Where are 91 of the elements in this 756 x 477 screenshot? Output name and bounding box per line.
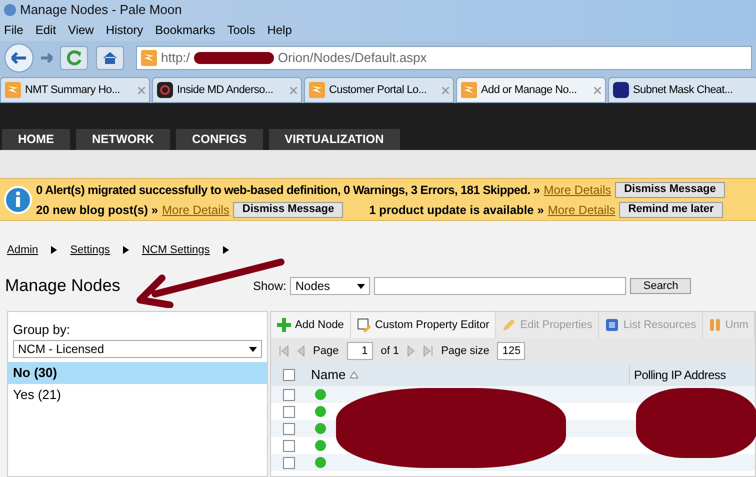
more-details-link[interactable]: More Details [544, 180, 612, 198]
column-header[interactable]: Name [307, 365, 629, 385]
lightning-logo-icon [309, 82, 325, 98]
page-count: of 1 [380, 344, 400, 359]
tab-title: Inside MD Anderso... [177, 82, 274, 98]
caret-icon [222, 246, 230, 254]
group-by-label: Group by: [12, 321, 72, 339]
reload-icon[interactable] [60, 46, 88, 70]
list-icon [605, 318, 620, 332]
menu-item[interactable]: Edit [35, 21, 56, 39]
alert-text: 0 Alert(s) migrated successfully to web-based definition, 0 Warnings, 3 Errors, 181 Skipped. » [36, 182, 540, 198]
menu-item[interactable]: Tools [227, 21, 256, 39]
address-bar[interactable]: http:/ Orion/Nodes/Default.aspx [136, 46, 752, 70]
browser-tab[interactable]: NMT Summary Ho... [0, 77, 150, 103]
plus-icon [277, 318, 291, 332]
more-details-link[interactable]: More Details [162, 200, 230, 218]
alert-text: 1 product update is available » [369, 202, 544, 218]
checkbox[interactable] [283, 440, 295, 452]
browser-tab[interactable]: Customer Portal Lo... [304, 77, 454, 103]
tab-title: NMT Summary Ho... [25, 82, 121, 98]
checkbox[interactable] [283, 422, 295, 434]
url-text: Orion/Nodes/Default.aspx [278, 49, 427, 68]
more-details-link[interactable]: More Details [548, 200, 616, 218]
nav-tab[interactable]: VIRTUALIZATION [268, 129, 400, 150]
nav-tab[interactable]: HOME [2, 129, 70, 150]
tab-title: Customer Portal Lo... [329, 82, 428, 98]
menu-item[interactable]: Bookmarks [155, 21, 216, 39]
tab-title: Add or Manage No... [481, 82, 578, 98]
close-icon[interactable] [138, 86, 145, 94]
checkbox[interactable] [283, 456, 295, 468]
window-title: Manage Nodes - Pale Moon [20, 1, 182, 20]
caret-icon [122, 246, 130, 254]
page-title: Manage Nodes [5, 275, 122, 298]
menu-item[interactable]: History [106, 21, 144, 39]
dismiss-button[interactable]: Dismiss Message [615, 182, 725, 198]
close-icon[interactable] [442, 86, 449, 94]
info-icon [4, 186, 32, 214]
search-field[interactable] [374, 277, 626, 295]
lightning-logo-icon [461, 82, 477, 98]
caret-icon [249, 344, 257, 352]
tab-title: Subnet Mask Cheat... [633, 82, 734, 98]
breadcrumb-link[interactable]: Settings [70, 242, 110, 258]
back-icon[interactable] [4, 43, 34, 73]
menu-item[interactable]: Help [267, 21, 292, 39]
caret-icon [357, 282, 366, 290]
nav-tab[interactable]: NETWORK [76, 129, 170, 150]
previous-page-icon[interactable] [297, 345, 305, 357]
show-label: Show: [253, 278, 286, 295]
alert-text: 20 new blog post(s) » [36, 202, 158, 218]
ae-logo-icon [613, 82, 629, 98]
group-item[interactable]: No (30) [8, 362, 267, 384]
breadcrumb-link[interactable]: NCM Settings [142, 242, 210, 258]
group-item[interactable]: Yes (21) [8, 384, 267, 406]
next-page-icon[interactable] [407, 345, 416, 357]
circle-logo-icon [157, 82, 173, 98]
last-page-icon[interactable] [423, 345, 434, 357]
lightning-logo-icon [141, 50, 157, 66]
checkbox[interactable] [283, 406, 295, 418]
column-header[interactable]: Polling IP Address [629, 366, 730, 384]
page-label: Page [313, 344, 339, 359]
toolbar-button[interactable]: Custom Property Editor [350, 312, 496, 338]
page-size-field[interactable]: 125 [497, 342, 526, 360]
nav-tab[interactable]: CONFIGS [176, 129, 263, 150]
search-button[interactable]: Search [630, 278, 692, 294]
menu-item[interactable]: File [4, 21, 24, 39]
url-text: http:/ [161, 49, 190, 68]
close-icon[interactable] [594, 86, 601, 94]
browser-tab[interactable]: Inside MD Anderso... [152, 77, 302, 103]
pencil-icon [502, 318, 516, 332]
pause-icon [709, 318, 722, 332]
checkbox[interactable] [283, 369, 295, 381]
sort-icon [350, 371, 358, 379]
lightning-logo-icon [5, 82, 21, 98]
browser-tab[interactable]: Subnet Mask Cheat... [608, 77, 756, 103]
toolbar-button[interactable]: Add Node [271, 312, 351, 338]
table-pencil-icon [356, 318, 371, 332]
page-field[interactable]: 1 [346, 342, 373, 360]
remind-button[interactable]: Remind me later [619, 202, 723, 218]
close-icon[interactable] [290, 86, 297, 94]
checkbox[interactable] [283, 388, 295, 400]
page-size-label: Page size [441, 344, 490, 359]
dismiss-button[interactable]: Dismiss Message [233, 202, 344, 218]
first-page-icon[interactable] [279, 345, 289, 357]
caret-icon [50, 246, 58, 254]
browser-tab[interactable]: Add or Manage No... [456, 77, 606, 103]
app-icon [4, 4, 16, 16]
show-dropdown[interactable]: Nodes [290, 277, 370, 295]
menu-item[interactable]: View [68, 21, 94, 39]
home-icon[interactable] [96, 46, 124, 70]
breadcrumb-link[interactable]: Admin [7, 242, 38, 258]
group-by-dropdown[interactable]: NCM - Licensed [13, 340, 262, 358]
